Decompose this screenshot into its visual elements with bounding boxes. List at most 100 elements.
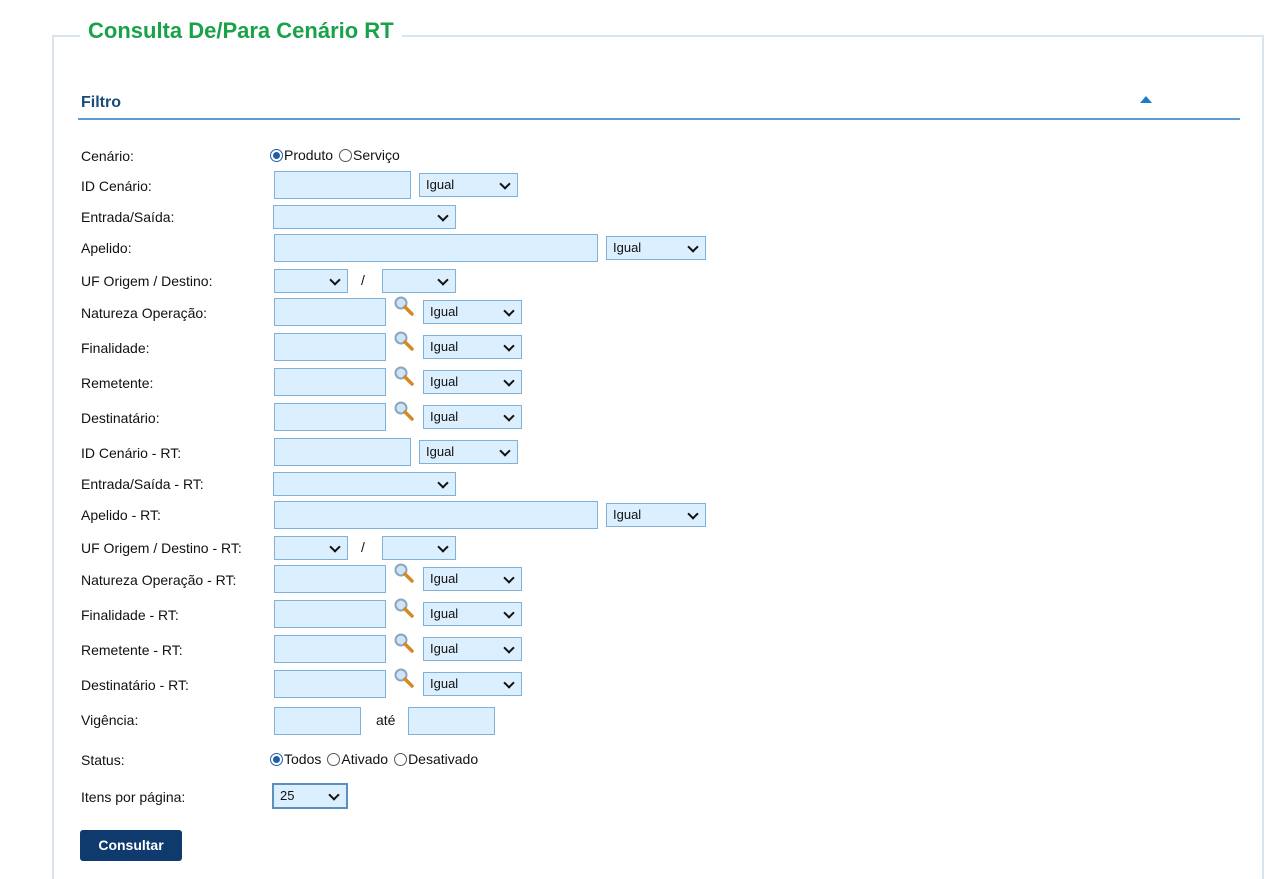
cenario-radio-servico[interactable]	[339, 148, 353, 162]
finalidade-rt-magnifier-icon[interactable]	[393, 597, 415, 619]
chevron-down-icon	[329, 541, 341, 553]
status-radio-ativado-label: Ativado	[341, 751, 389, 767]
filter-section-title: Filtro	[81, 94, 121, 111]
uf-destino-select[interactable]	[382, 269, 456, 293]
uf-origem-select[interactable]	[274, 269, 348, 293]
natureza-rt-label: Natureza Operação - RT:	[81, 572, 237, 588]
apelido-operator-select[interactable]: Igual	[606, 236, 706, 260]
filter-divider	[78, 118, 1240, 120]
destinatario-operator-select[interactable]: Igual	[423, 405, 522, 429]
cenario-label: Cenário:	[81, 148, 134, 164]
itens-por-pagina-select[interactable]: 25	[272, 783, 348, 809]
id-cenario-rt-label: ID Cenário - RT:	[81, 445, 182, 461]
uf-separator: /	[361, 272, 365, 288]
id-cenario-input[interactable]	[274, 171, 411, 199]
natureza-rt-input[interactable]	[274, 565, 386, 593]
destinatario-rt-magnifier-icon[interactable]	[393, 667, 415, 689]
page-title: Consulta De/Para Cenário RT	[80, 16, 402, 46]
chevron-down-icon	[503, 677, 515, 689]
destinatario-label: Destinatário:	[81, 410, 160, 426]
vigencia-ate-label: até	[376, 712, 396, 728]
status-label: Status:	[81, 752, 125, 768]
itens-por-pagina-value: 25	[280, 788, 295, 803]
id-cenario-operator-select[interactable]: Igual	[419, 173, 518, 197]
destinatario-rt-operator-select[interactable]: Igual	[423, 672, 522, 696]
finalidade-rt-input[interactable]	[274, 600, 386, 628]
query-panel	[52, 35, 1264, 879]
chevron-down-icon	[503, 305, 515, 317]
natureza-rt-operator-select[interactable]: Igual	[423, 567, 522, 591]
status-radio-ativado[interactable]	[327, 752, 341, 766]
natureza-magnifier-icon[interactable]	[393, 295, 415, 317]
chevron-down-icon	[503, 607, 515, 619]
vigencia-to-input[interactable]	[408, 707, 495, 735]
apelido-rt-operator-select[interactable]: Igual	[606, 503, 706, 527]
natureza-operator-value: Igual	[430, 304, 459, 319]
chevron-down-icon	[329, 274, 341, 286]
cenario-radio-group: Produto Serviço	[270, 147, 406, 163]
status-radio-todos-label: Todos	[284, 751, 322, 767]
entrada-saida-rt-label: Entrada/Saída - RT:	[81, 476, 204, 492]
vigencia-label: Vigência:	[81, 712, 139, 728]
finalidade-operator-value: Igual	[430, 339, 459, 354]
id-cenario-rt-input[interactable]	[274, 438, 411, 466]
entrada-saida-label: Entrada/Saída:	[81, 209, 175, 225]
status-radio-todos[interactable]	[270, 752, 283, 766]
remetente-magnifier-icon[interactable]	[393, 365, 415, 387]
natureza-rt-magnifier-icon[interactable]	[393, 562, 415, 584]
uf-rt-label: UF Origem / Destino - RT:	[81, 540, 242, 556]
chevron-down-icon	[687, 241, 699, 253]
chevron-down-icon	[328, 789, 340, 801]
consultar-button[interactable]: Consultar	[80, 830, 182, 861]
id-cenario-rt-operator-value: Igual	[426, 444, 455, 459]
chevron-down-icon	[503, 375, 515, 387]
apelido-operator-value: Igual	[613, 240, 642, 255]
natureza-rt-operator-value: Igual	[430, 571, 459, 586]
chevron-down-icon	[437, 210, 449, 222]
entrada-saida-select[interactable]	[273, 205, 456, 229]
status-radio-group: Todos Ativado Desativado	[270, 751, 484, 767]
collapse-triangle-up-icon[interactable]	[1140, 96, 1152, 103]
natureza-operator-select[interactable]: Igual	[423, 300, 522, 324]
id-cenario-operator-value: Igual	[426, 177, 455, 192]
finalidade-rt-operator-value: Igual	[430, 606, 459, 621]
uf-rt-origem-select[interactable]	[274, 536, 348, 560]
apelido-rt-label: Apelido - RT:	[81, 507, 161, 523]
itens-por-pagina-label: Itens por página:	[81, 789, 186, 805]
entrada-saida-rt-select[interactable]	[273, 472, 456, 496]
vigencia-from-input[interactable]	[274, 707, 361, 735]
cenario-radio-servico-label: Serviço	[353, 147, 400, 163]
status-radio-desativado[interactable]	[394, 752, 408, 766]
apelido-rt-operator-value: Igual	[613, 507, 642, 522]
natureza-input[interactable]	[274, 298, 386, 326]
chevron-down-icon	[687, 508, 699, 520]
destinatario-magnifier-icon[interactable]	[393, 400, 415, 422]
chevron-down-icon	[499, 445, 511, 457]
remetente-rt-operator-value: Igual	[430, 641, 459, 656]
finalidade-label: Finalidade:	[81, 340, 150, 356]
finalidade-magnifier-icon[interactable]	[393, 330, 415, 352]
finalidade-rt-operator-select[interactable]: Igual	[423, 602, 522, 626]
destinatario-rt-input[interactable]	[274, 670, 386, 698]
chevron-down-icon	[503, 340, 515, 352]
chevron-down-icon	[437, 541, 449, 553]
destinatario-operator-value: Igual	[430, 409, 459, 424]
id-cenario-rt-operator-select[interactable]: Igual	[419, 440, 518, 464]
remetente-rt-magnifier-icon[interactable]	[393, 632, 415, 654]
apelido-label: Apelido:	[81, 240, 132, 256]
apelido-rt-input[interactable]	[274, 501, 598, 529]
status-radio-desativado-label: Desativado	[408, 751, 479, 767]
remetente-rt-operator-select[interactable]: Igual	[423, 637, 522, 661]
finalidade-operator-select[interactable]: Igual	[423, 335, 522, 359]
remetente-rt-input[interactable]	[274, 635, 386, 663]
cenario-radio-produto[interactable]	[270, 148, 283, 162]
destinatario-input[interactable]	[274, 403, 386, 431]
chevron-down-icon	[503, 572, 515, 584]
apelido-input[interactable]	[274, 234, 598, 262]
uf-rt-destino-select[interactable]	[382, 536, 456, 560]
id-cenario-label: ID Cenário:	[81, 178, 152, 194]
remetente-input[interactable]	[274, 368, 386, 396]
chevron-down-icon	[437, 274, 449, 286]
remetente-operator-select[interactable]: Igual	[423, 370, 522, 394]
finalidade-input[interactable]	[274, 333, 386, 361]
